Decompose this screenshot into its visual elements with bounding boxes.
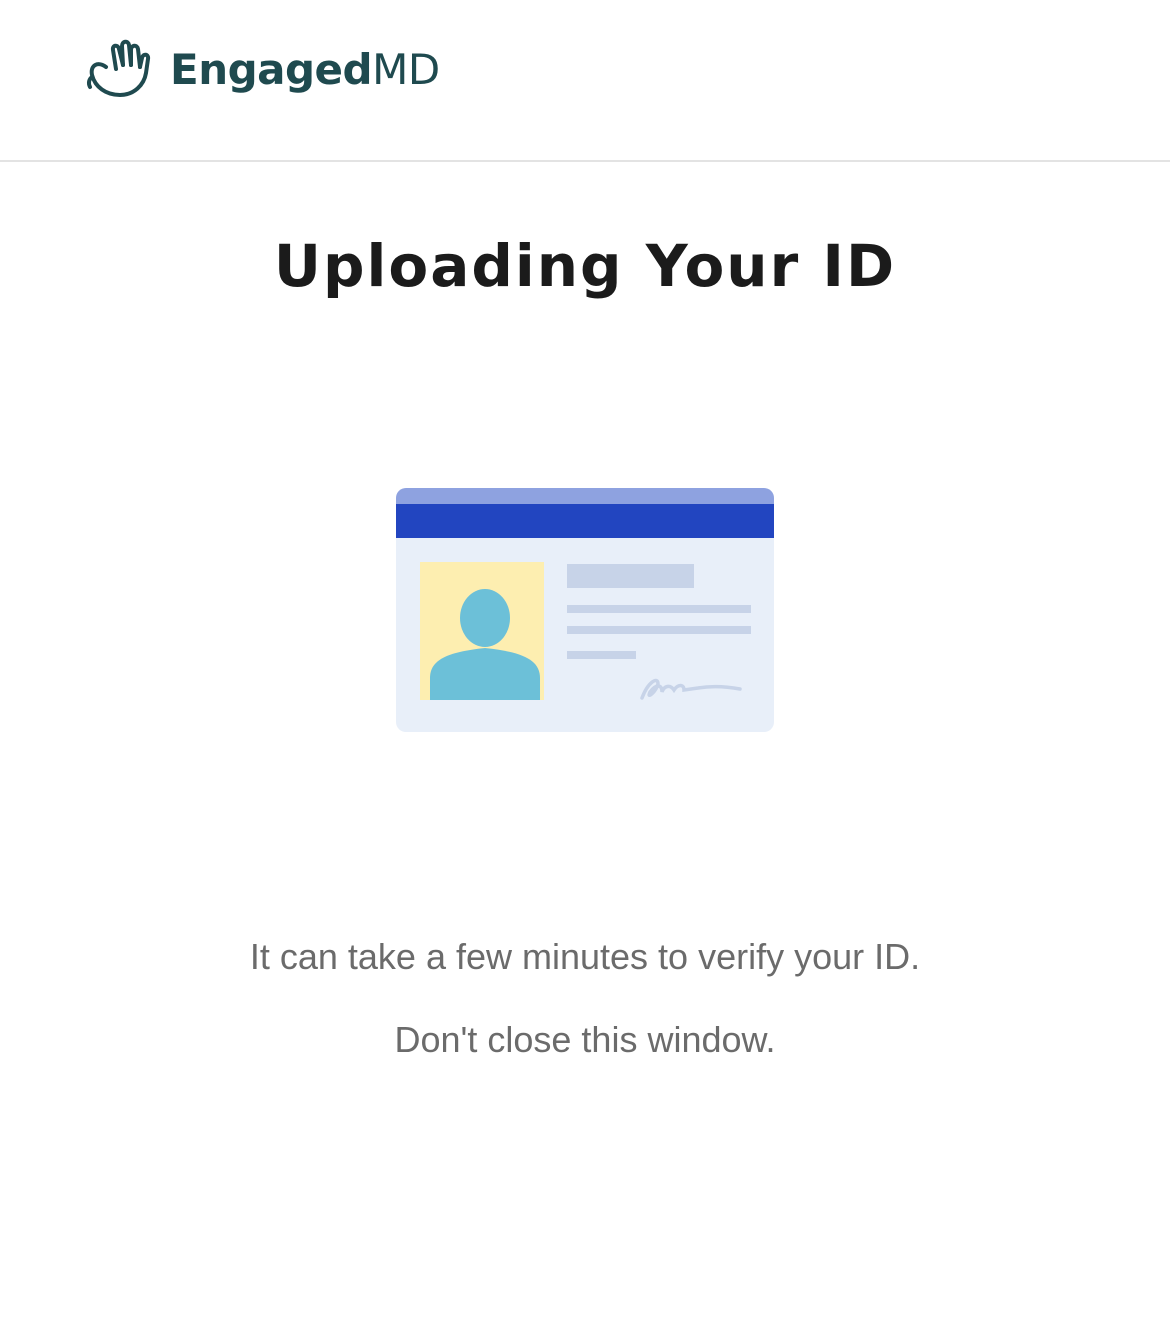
id-card-name-line	[567, 564, 694, 588]
id-card-top-band	[396, 488, 774, 504]
header: EngagedMD	[0, 0, 1170, 162]
brand-name-light: MD	[372, 44, 440, 94]
id-card-text-line	[567, 651, 636, 659]
id-card-icon	[396, 488, 774, 732]
page-title: Uploading Your ID	[273, 232, 897, 300]
verify-message: It can take a few minutes to verify your…	[249, 936, 921, 977]
id-card-text-line	[567, 605, 751, 613]
brand-name-bold: Engaged	[170, 44, 373, 94]
dont-close-message: Don't close this window.	[394, 1019, 776, 1060]
id-card-band	[396, 504, 774, 538]
brand-name: EngagedMD	[170, 45, 440, 94]
id-card-person-head	[460, 589, 510, 647]
upload-id-page: EngagedMD Uploading Your ID It can take …	[0, 0, 1170, 1328]
id-card-text-line	[567, 626, 751, 634]
brand-logo: EngagedMD	[86, 34, 440, 104]
waving-hand-icon	[86, 39, 151, 97]
